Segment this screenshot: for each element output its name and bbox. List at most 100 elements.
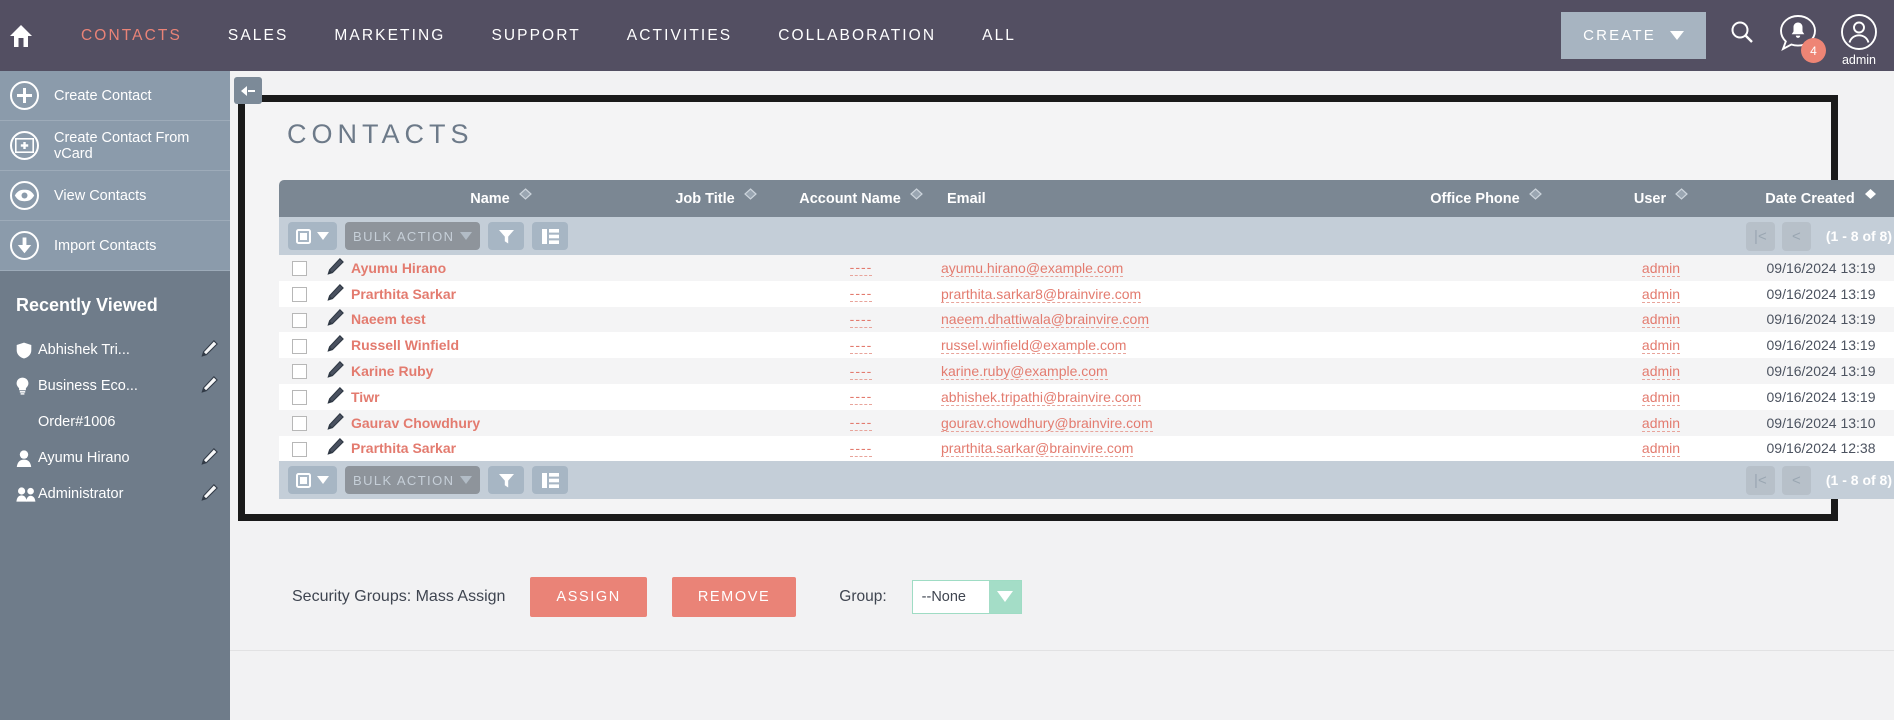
user-link[interactable]: admin <box>1641 311 1681 329</box>
user-link[interactable]: admin <box>1641 285 1681 303</box>
row-checkbox[interactable] <box>291 338 307 354</box>
col-header-email[interactable]: Email <box>941 180 1371 217</box>
nav-item-sales[interactable]: SALES <box>205 0 311 71</box>
user-link[interactable]: admin <box>1641 414 1681 432</box>
edit-pencil-icon[interactable] <box>201 375 218 397</box>
col-header-office-phone[interactable]: Office Phone <box>1371 180 1601 217</box>
row-checkbox[interactable] <box>291 441 307 457</box>
email-link[interactable]: russel.winfield@example.com <box>941 337 1127 355</box>
sidebar-action-create-contact[interactable]: Create Contact <box>0 71 230 121</box>
account-name-empty[interactable]: ---- <box>849 363 873 380</box>
edit-pencil-icon[interactable] <box>201 483 218 505</box>
email-link[interactable]: ayumu.hirano@example.com <box>941 259 1124 277</box>
account-name-empty[interactable]: ---- <box>849 285 873 303</box>
col-header-name[interactable]: Name <box>351 180 651 217</box>
edit-pencil-icon[interactable] <box>326 386 344 407</box>
account-name-empty[interactable]: ---- <box>849 388 873 406</box>
account-name-empty[interactable]: ---- <box>849 259 873 277</box>
user-link[interactable]: admin <box>1641 259 1681 277</box>
contact-name-link[interactable]: Tiwr <box>351 389 380 405</box>
sidebar-action-view-contacts[interactable]: View Contacts <box>0 171 230 221</box>
sort-toggle-icon[interactable] <box>1528 188 1542 209</box>
contact-name-link[interactable]: Gaurav Chowdhury <box>351 415 480 431</box>
bulk-action-button-bottom[interactable]: BULK ACTION <box>345 466 481 495</box>
page-first-button-bottom[interactable]: |< <box>1745 465 1775 495</box>
col-header-job-title[interactable]: Job Title <box>651 180 781 217</box>
filter-button[interactable] <box>488 222 525 250</box>
edit-pencil-icon[interactable] <box>326 438 344 458</box>
sort-descending-icon[interactable] <box>1864 188 1877 209</box>
bulk-action-button[interactable]: BULK ACTION <box>345 222 481 250</box>
edit-pencil-icon[interactable] <box>326 361 344 381</box>
email-link[interactable]: karine.ruby@example.com <box>941 363 1108 381</box>
contact-name-link[interactable]: Karine Ruby <box>351 363 433 379</box>
edit-pencil-icon[interactable] <box>326 335 344 355</box>
row-checkbox[interactable] <box>291 312 307 328</box>
contact-name-link[interactable]: Ayumu Hirano <box>351 260 446 276</box>
contact-name-link[interactable]: Naeem test <box>351 311 426 327</box>
email-link[interactable]: prarthita.sarkar8@brainvire.com <box>941 285 1142 303</box>
col-header-user[interactable]: User <box>1601 180 1721 217</box>
sort-toggle-icon[interactable] <box>909 188 923 209</box>
edit-pencil-icon[interactable] <box>326 412 344 433</box>
email-link[interactable]: abhishek.tripathi@brainvire.com <box>941 388 1142 406</box>
nav-item-marketing[interactable]: MARKETING <box>311 0 468 71</box>
create-button[interactable]: CREATE <box>1561 12 1706 59</box>
recent-item-administrator[interactable]: Administrator <box>0 476 230 512</box>
edit-pencil-icon[interactable] <box>326 283 344 304</box>
col-header-date-created[interactable]: Date Created <box>1721 180 1894 217</box>
user-link[interactable]: admin <box>1641 337 1681 355</box>
chevron-down-icon[interactable] <box>988 580 1021 613</box>
nav-item-support[interactable]: SUPPORT <box>468 0 603 71</box>
nav-item-all[interactable]: ALL <box>959 0 1039 71</box>
page-first-button[interactable]: |< <box>1745 221 1775 251</box>
contact-name-link[interactable]: Russell Winfield <box>351 337 459 353</box>
home-icon[interactable] <box>8 23 34 49</box>
column-chooser-button[interactable] <box>532 222 569 250</box>
search-icon[interactable] <box>1728 19 1756 52</box>
remove-button[interactable]: REMOVE <box>671 576 797 617</box>
email-link[interactable]: gourav.chowdhury@brainvire.com <box>941 414 1153 432</box>
filter-button-bottom[interactable] <box>488 466 525 495</box>
assign-button[interactable]: ASSIGN <box>530 576 647 617</box>
col-header-account-name[interactable]: Account Name <box>781 180 941 217</box>
contact-name-link[interactable]: Prarthita Sarkar <box>351 286 456 302</box>
row-checkbox[interactable] <box>291 364 307 380</box>
sort-toggle-icon[interactable] <box>743 188 757 209</box>
edit-pencil-icon[interactable] <box>326 257 344 278</box>
sidebar-action-import-contacts[interactable]: Import Contacts <box>0 221 230 271</box>
user-menu[interactable]: admin <box>1840 13 1878 67</box>
edit-pencil-icon[interactable] <box>201 447 218 469</box>
row-checkbox[interactable] <box>291 287 307 303</box>
account-name-empty[interactable]: ---- <box>849 311 873 328</box>
row-checkbox[interactable] <box>291 261 307 277</box>
contact-name-link[interactable]: Prarthita Sarkar <box>351 440 456 456</box>
account-name-empty[interactable]: ---- <box>849 337 873 354</box>
page-prev-button-bottom[interactable]: < <box>1781 465 1811 495</box>
group-select[interactable]: --None <box>911 579 1022 614</box>
nav-item-activities[interactable]: ACTIVITIES <box>604 0 755 71</box>
edit-pencil-icon[interactable] <box>326 309 344 329</box>
nav-item-contacts[interactable]: CONTACTS <box>58 0 205 71</box>
sort-toggle-icon[interactable] <box>1675 188 1689 209</box>
sort-toggle-icon[interactable] <box>518 188 532 209</box>
column-chooser-button-bottom[interactable] <box>532 466 569 495</box>
row-checkbox[interactable] <box>291 390 307 406</box>
collapse-left-icon[interactable] <box>234 77 262 104</box>
select-all-dropdown-button[interactable] <box>288 222 337 250</box>
sidebar-action-create-contact-from-vcard[interactable]: Create Contact From vCard <box>0 121 230 171</box>
page-prev-button[interactable]: < <box>1781 221 1811 251</box>
row-checkbox[interactable] <box>291 416 307 432</box>
account-name-empty[interactable]: ---- <box>849 440 873 457</box>
recent-item-order-1006[interactable]: Order#1006 <box>0 404 230 440</box>
email-link[interactable]: naeem.dhattiwala@brainvire.com <box>941 311 1149 329</box>
email-link[interactable]: prarthita.sarkar@brainvire.com <box>941 440 1134 458</box>
user-link[interactable]: admin <box>1641 388 1681 406</box>
recent-item-business-eco-[interactable]: Business Eco... <box>0 368 230 404</box>
user-link[interactable]: admin <box>1641 363 1681 381</box>
account-name-empty[interactable]: ---- <box>849 414 873 432</box>
recent-item-ayumu-hirano[interactable]: Ayumu Hirano <box>0 440 230 476</box>
notification-bell-icon[interactable]: 4 <box>1778 13 1826 63</box>
user-link[interactable]: admin <box>1641 440 1681 458</box>
edit-pencil-icon[interactable] <box>201 339 218 361</box>
